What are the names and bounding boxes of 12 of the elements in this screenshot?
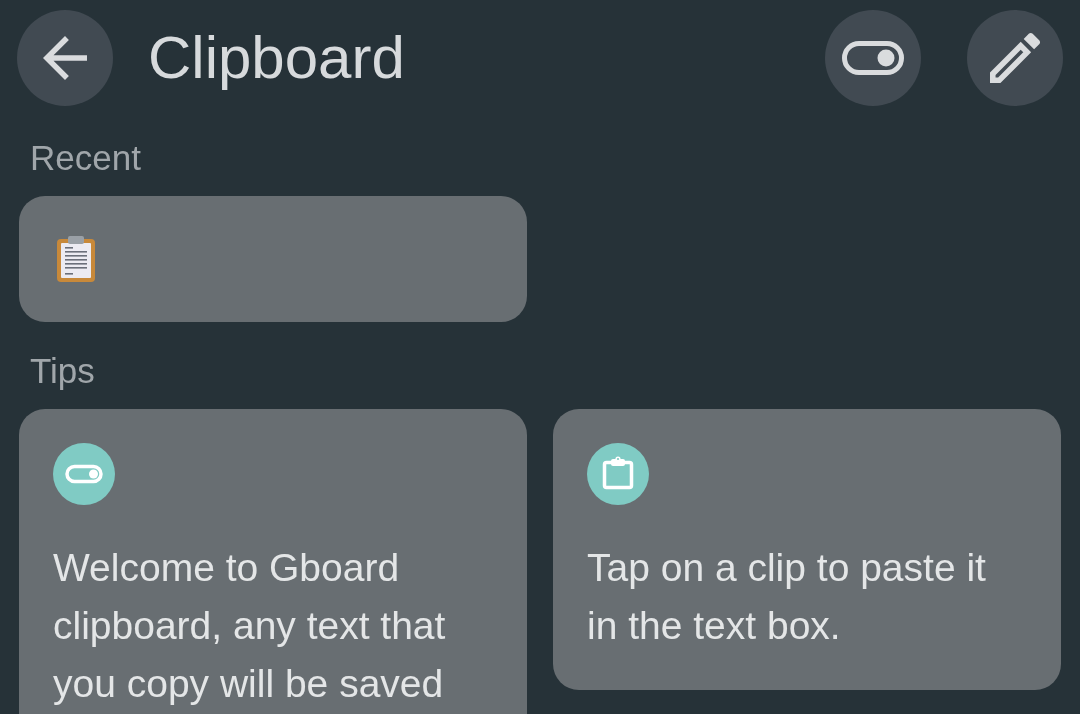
pencil-icon [990,33,1040,83]
toggle-icon [842,41,904,75]
page-title: Clipboard [148,23,405,93]
toggle-icon [53,443,115,505]
section-heading: Recent [30,138,141,178]
section-heading: Tips [30,351,95,391]
tip-text: Welcome to Gboard clipboard, any text that you copy will be saved [53,545,447,707]
back-arrow-icon [43,36,87,80]
clip-card[interactable] [19,196,527,322]
clipboard-icon [587,443,649,505]
tip-text: Tap on a clip to paste it in the text box. [587,545,987,649]
clipboard-emoji-icon [57,236,95,282]
